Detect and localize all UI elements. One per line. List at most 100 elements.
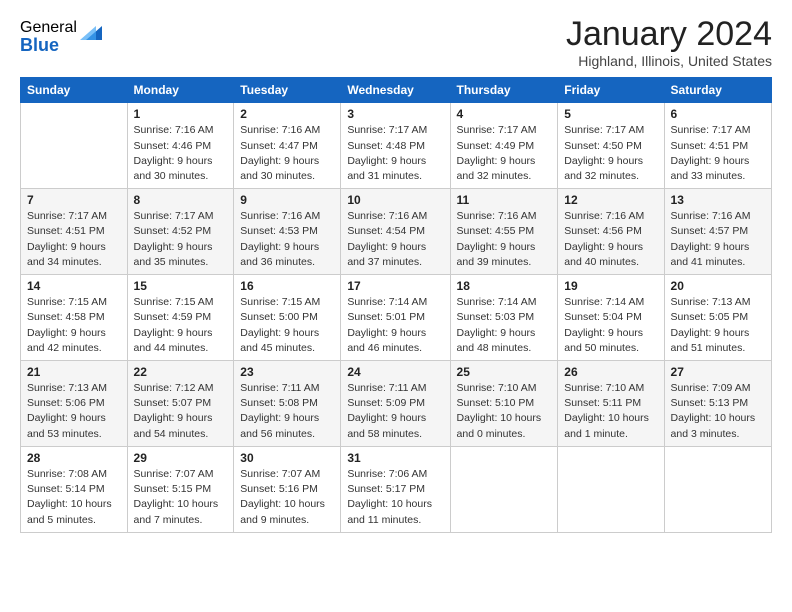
table-row: 27 Sunrise: 7:09 AMSunset: 5:13 PMDayligh… bbox=[664, 361, 771, 447]
calendar-header-row: Sunday Monday Tuesday Wednesday Thursday… bbox=[21, 78, 772, 103]
calendar-week-row: 28 Sunrise: 7:08 AMSunset: 5:14 PMDayligh… bbox=[21, 446, 772, 532]
table-row bbox=[450, 446, 558, 532]
title-block: January 2024 Highland, Illinois, United … bbox=[566, 16, 772, 69]
day-info: Sunrise: 7:16 AMSunset: 4:54 PMDaylight:… bbox=[347, 209, 443, 270]
logo-general: General bbox=[20, 20, 77, 36]
table-row: 22 Sunrise: 7:12 AMSunset: 5:07 PMDayligh… bbox=[127, 361, 234, 447]
day-info: Sunrise: 7:16 AMSunset: 4:53 PMDaylight:… bbox=[240, 209, 334, 270]
table-row: 16Sunrise: 7:15 AMSunset: 5:00 PMDayligh… bbox=[234, 275, 341, 361]
day-number: 25 bbox=[457, 365, 552, 379]
table-row bbox=[664, 446, 771, 532]
day-info: Sunrise: 7:16 AMSunset: 4:46 PMDaylight:… bbox=[134, 123, 228, 184]
day-info: Sunrise: 7:17 AMSunset: 4:51 PMDaylight:… bbox=[27, 209, 121, 270]
table-row: 7 Sunrise: 7:17 AMSunset: 4:51 PMDaylight… bbox=[21, 189, 128, 275]
day-number: 3 bbox=[347, 107, 443, 121]
table-row bbox=[21, 103, 128, 189]
day-number: 21 bbox=[27, 365, 121, 379]
day-number: 12 bbox=[564, 193, 657, 207]
day-number: 23 bbox=[240, 365, 334, 379]
day-info: Sunrise: 7:15 AMSunset: 5:00 PMDaylight:… bbox=[240, 295, 334, 356]
day-number: 11 bbox=[457, 193, 552, 207]
calendar-week-row: 21 Sunrise: 7:13 AMSunset: 5:06 PMDayligh… bbox=[21, 361, 772, 447]
day-number: 2 bbox=[240, 107, 334, 121]
day-info: Sunrise: 7:17 AMSunset: 4:51 PMDaylight:… bbox=[671, 123, 765, 184]
page: General Blue January 2024 Highland, Illi… bbox=[0, 0, 792, 612]
day-number: 7 bbox=[27, 193, 121, 207]
day-number: 20 bbox=[671, 279, 765, 293]
header: General Blue January 2024 Highland, Illi… bbox=[20, 16, 772, 69]
calendar-table: Sunday Monday Tuesday Wednesday Thursday… bbox=[20, 77, 772, 532]
table-row: 10Sunrise: 7:16 AMSunset: 4:54 PMDayligh… bbox=[341, 189, 450, 275]
day-number: 30 bbox=[240, 451, 334, 465]
table-row: 3 Sunrise: 7:17 AMSunset: 4:48 PMDaylight… bbox=[341, 103, 450, 189]
table-row: 6 Sunrise: 7:17 AMSunset: 4:51 PMDaylight… bbox=[664, 103, 771, 189]
table-row: 28 Sunrise: 7:08 AMSunset: 5:14 PMDayligh… bbox=[21, 446, 128, 532]
day-number: 28 bbox=[27, 451, 121, 465]
day-info: Sunrise: 7:10 AMSunset: 5:10 PMDaylight:… bbox=[457, 381, 552, 442]
logo: General Blue bbox=[20, 20, 102, 54]
col-friday: Friday bbox=[558, 78, 664, 103]
calendar-title: January 2024 bbox=[566, 16, 772, 53]
day-info: Sunrise: 7:12 AMSunset: 5:07 PMDaylight:… bbox=[134, 381, 228, 442]
day-number: 4 bbox=[457, 107, 552, 121]
day-number: 6 bbox=[671, 107, 765, 121]
table-row: 1Sunrise: 7:16 AMSunset: 4:46 PMDaylight… bbox=[127, 103, 234, 189]
day-info: Sunrise: 7:07 AMSunset: 5:16 PMDaylight:… bbox=[240, 467, 334, 528]
calendar-week-row: 1Sunrise: 7:16 AMSunset: 4:46 PMDaylight… bbox=[21, 103, 772, 189]
table-row: 30 Sunrise: 7:07 AMSunset: 5:16 PMDayligh… bbox=[234, 446, 341, 532]
day-info: Sunrise: 7:17 AMSunset: 4:48 PMDaylight:… bbox=[347, 123, 443, 184]
table-row: 25 Sunrise: 7:10 AMSunset: 5:10 PMDayligh… bbox=[450, 361, 558, 447]
day-info: Sunrise: 7:07 AMSunset: 5:15 PMDaylight:… bbox=[134, 467, 228, 528]
table-row: 11Sunrise: 7:16 AMSunset: 4:55 PMDayligh… bbox=[450, 189, 558, 275]
col-sunday: Sunday bbox=[21, 78, 128, 103]
day-number: 22 bbox=[134, 365, 228, 379]
day-info: Sunrise: 7:15 AMSunset: 4:58 PMDaylight:… bbox=[27, 295, 121, 356]
table-row: 12 Sunrise: 7:16 AMSunset: 4:56 PMDayligh… bbox=[558, 189, 664, 275]
calendar-week-row: 14 Sunrise: 7:15 AMSunset: 4:58 PMDayligh… bbox=[21, 275, 772, 361]
table-row: 13 Sunrise: 7:16 AMSunset: 4:57 PMDayligh… bbox=[664, 189, 771, 275]
table-row: 26Sunrise: 7:10 AMSunset: 5:11 PMDayligh… bbox=[558, 361, 664, 447]
logo-blue: Blue bbox=[20, 36, 77, 54]
day-number: 13 bbox=[671, 193, 765, 207]
day-number: 19 bbox=[564, 279, 657, 293]
day-number: 17 bbox=[347, 279, 443, 293]
col-saturday: Saturday bbox=[664, 78, 771, 103]
day-number: 29 bbox=[134, 451, 228, 465]
table-row: 21 Sunrise: 7:13 AMSunset: 5:06 PMDayligh… bbox=[21, 361, 128, 447]
day-number: 18 bbox=[457, 279, 552, 293]
day-info: Sunrise: 7:06 AMSunset: 5:17 PMDaylight:… bbox=[347, 467, 443, 528]
table-row: 23Sunrise: 7:11 AMSunset: 5:08 PMDayligh… bbox=[234, 361, 341, 447]
calendar-subtitle: Highland, Illinois, United States bbox=[566, 53, 772, 69]
table-row: 14 Sunrise: 7:15 AMSunset: 4:58 PMDayligh… bbox=[21, 275, 128, 361]
day-info: Sunrise: 7:16 AMSunset: 4:47 PMDaylight:… bbox=[240, 123, 334, 184]
day-number: 27 bbox=[671, 365, 765, 379]
col-thursday: Thursday bbox=[450, 78, 558, 103]
table-row: 9 Sunrise: 7:16 AMSunset: 4:53 PMDaylight… bbox=[234, 189, 341, 275]
day-info: Sunrise: 7:17 AMSunset: 4:50 PMDaylight:… bbox=[564, 123, 657, 184]
day-number: 9 bbox=[240, 193, 334, 207]
day-info: Sunrise: 7:16 AMSunset: 4:57 PMDaylight:… bbox=[671, 209, 765, 270]
day-info: Sunrise: 7:15 AMSunset: 4:59 PMDaylight:… bbox=[134, 295, 228, 356]
table-row: 19Sunrise: 7:14 AMSunset: 5:04 PMDayligh… bbox=[558, 275, 664, 361]
day-info: Sunrise: 7:09 AMSunset: 5:13 PMDaylight:… bbox=[671, 381, 765, 442]
day-number: 14 bbox=[27, 279, 121, 293]
day-number: 31 bbox=[347, 451, 443, 465]
day-info: Sunrise: 7:08 AMSunset: 5:14 PMDaylight:… bbox=[27, 467, 121, 528]
table-row bbox=[558, 446, 664, 532]
day-number: 26 bbox=[564, 365, 657, 379]
col-tuesday: Tuesday bbox=[234, 78, 341, 103]
day-info: Sunrise: 7:17 AMSunset: 4:52 PMDaylight:… bbox=[134, 209, 228, 270]
col-wednesday: Wednesday bbox=[341, 78, 450, 103]
day-number: 8 bbox=[134, 193, 228, 207]
day-number: 24 bbox=[347, 365, 443, 379]
table-row: 31 Sunrise: 7:06 AMSunset: 5:17 PMDayligh… bbox=[341, 446, 450, 532]
table-row: 20Sunrise: 7:13 AMSunset: 5:05 PMDayligh… bbox=[664, 275, 771, 361]
day-info: Sunrise: 7:11 AMSunset: 5:09 PMDaylight:… bbox=[347, 381, 443, 442]
day-info: Sunrise: 7:13 AMSunset: 5:06 PMDaylight:… bbox=[27, 381, 121, 442]
day-number: 15 bbox=[134, 279, 228, 293]
table-row: 15 Sunrise: 7:15 AMSunset: 4:59 PMDayligh… bbox=[127, 275, 234, 361]
day-info: Sunrise: 7:16 AMSunset: 4:56 PMDaylight:… bbox=[564, 209, 657, 270]
table-row: 18Sunrise: 7:14 AMSunset: 5:03 PMDayligh… bbox=[450, 275, 558, 361]
table-row: 4Sunrise: 7:17 AMSunset: 4:49 PMDaylight… bbox=[450, 103, 558, 189]
col-monday: Monday bbox=[127, 78, 234, 103]
